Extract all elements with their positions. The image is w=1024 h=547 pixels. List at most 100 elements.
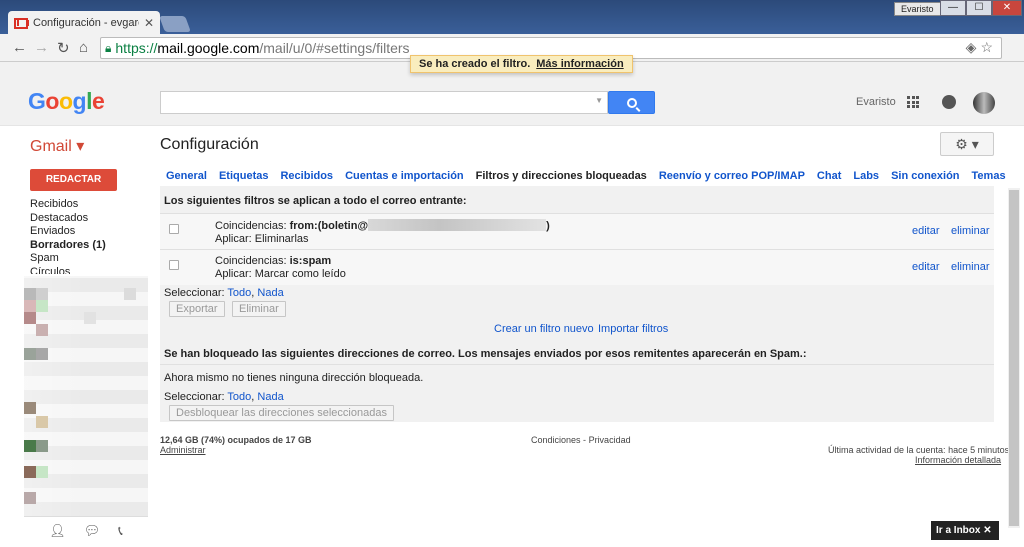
- compose-button[interactable]: REDACTAR: [30, 169, 117, 191]
- blocked-select-row: Seleccionar: Todo, Nada: [164, 391, 284, 403]
- tab-filters[interactable]: Filtros y direcciones bloqueadas: [470, 170, 653, 186]
- sidebar-item-sent[interactable]: Enviados: [30, 225, 150, 239]
- gmail-favicon-icon: [14, 17, 29, 29]
- go-to-inbox-promo[interactable]: Ir a Inbox ✕: [931, 521, 999, 540]
- forward-icon[interactable]: →: [34, 39, 49, 56]
- filter-match-value: is:spam: [289, 255, 332, 267]
- browser-titlebar: Configuración - evgarcia: ✕ Evaristo — ☐…: [0, 0, 1024, 35]
- select-label: Seleccionar:: [164, 287, 225, 299]
- user-name[interactable]: Evaristo: [856, 96, 896, 108]
- filter-checkbox[interactable]: [169, 260, 179, 270]
- filter-description: Coincidencias: is:spam Aplicar: Marcar c…: [215, 255, 346, 281]
- delete-filter-link[interactable]: eliminar: [951, 261, 990, 273]
- filter-action: Aplicar: Eliminarlas: [215, 233, 309, 245]
- reload-icon[interactable]: ↻: [57, 39, 70, 57]
- google-logo[interactable]: Google: [28, 88, 105, 115]
- close-window-button[interactable]: ✕: [992, 0, 1022, 16]
- gmail-menu[interactable]: Gmail ▾: [30, 136, 84, 156]
- select-all-link[interactable]: Todo: [227, 287, 251, 299]
- toast-text: Se ha creado el filtro.: [419, 58, 531, 70]
- sidebar-item-inbox[interactable]: Recibidos: [30, 198, 150, 212]
- maximize-button[interactable]: ☐: [966, 0, 992, 16]
- search-input[interactable]: ▼: [160, 91, 608, 114]
- back-icon[interactable]: ←: [12, 39, 27, 56]
- edit-filter-link[interactable]: editar: [912, 225, 940, 237]
- tab-inbox[interactable]: Recibidos: [274, 170, 339, 186]
- filter-description: Coincidencias: from:(boletin@) Aplicar: …: [215, 219, 550, 246]
- search-button[interactable]: [608, 91, 655, 114]
- url-host: mail.google.com: [157, 40, 260, 56]
- storage-usage: 12,64 GB (74%) ocupados de 17 GB: [160, 435, 312, 445]
- url-path: /mail/u/0/#settings/filters: [259, 40, 410, 56]
- select-all-link[interactable]: Todo: [227, 391, 251, 403]
- blocked-section-title: Se han bloqueado las siguientes direccio…: [164, 348, 807, 360]
- select-none-link[interactable]: Nada: [257, 287, 283, 299]
- manage-storage-link[interactable]: Administrar: [160, 445, 206, 455]
- tab-close-icon[interactable]: ✕: [144, 16, 154, 30]
- phone-icon[interactable]: 📞︎: [118, 523, 123, 539]
- url-scheme: https://: [115, 40, 158, 56]
- tab-accounts[interactable]: Cuentas e importación: [339, 170, 470, 186]
- browser-tab[interactable]: Configuración - evgarcia: ✕: [8, 11, 160, 35]
- create-filter-link[interactable]: Crear un filtro nuevo: [494, 323, 594, 335]
- tab-chat[interactable]: Chat: [811, 170, 847, 186]
- footer-separator: -: [583, 435, 587, 445]
- filter-match-suffix: ): [546, 220, 550, 232]
- hangouts-icon[interactable]: 💬︎: [84, 523, 101, 539]
- sidebar-item-starred[interactable]: Destacados: [30, 212, 150, 226]
- home-icon[interactable]: ⌂: [79, 39, 88, 56]
- filters-select-row: Seleccionar: Todo, Nada: [164, 287, 284, 299]
- tab-labels[interactable]: Etiquetas: [213, 170, 275, 186]
- delete-filter-link[interactable]: eliminar: [951, 225, 990, 237]
- sidebar-item-circles[interactable]: Círculos: [30, 266, 150, 274]
- filter-match-value: from:(boletin@: [289, 220, 369, 232]
- sidebar-bottom-bar: 👤︎ 💬︎ 📞︎: [24, 516, 148, 544]
- tab-themes[interactable]: Temas: [966, 170, 1012, 186]
- last-activity: Última actividad de la cuenta: hace 5 mi…: [828, 445, 1010, 455]
- blocked-empty-text: Ahora mismo no tienes ninguna dirección …: [164, 372, 424, 384]
- import-filters-link[interactable]: Importar filtros: [598, 323, 668, 335]
- sidebar-item-drafts[interactable]: Borradores (1): [30, 239, 150, 253]
- contacts-icon[interactable]: 👤︎: [49, 523, 66, 539]
- new-tab-button[interactable]: [159, 16, 191, 32]
- avatar[interactable]: [973, 92, 995, 114]
- pixelated-chat-list: [24, 276, 148, 516]
- scrollbar-thumb[interactable]: [1009, 190, 1019, 526]
- notifications-icon[interactable]: [942, 95, 956, 109]
- terms-link[interactable]: Condiciones: [531, 435, 581, 445]
- filter-row: Coincidencias: is:spam Aplicar: Marcar c…: [160, 249, 994, 285]
- bookmark-star-icon[interactable]: ☆: [980, 39, 997, 55]
- minimize-button[interactable]: —: [940, 0, 966, 16]
- filter-row: Coincidencias: from:(boletin@) Aplicar: …: [160, 213, 994, 249]
- unblock-button[interactable]: Desbloquear las direcciones seleccionada…: [169, 405, 394, 421]
- export-button[interactable]: Exportar: [169, 301, 225, 317]
- activity-details-link[interactable]: Información detallada: [915, 455, 1001, 465]
- filter-created-toast: Se ha creado el filtro. Más información: [410, 55, 633, 73]
- filter-checkbox[interactable]: [169, 224, 179, 234]
- sidebar-item-spam[interactable]: Spam: [30, 252, 150, 266]
- tab-labs[interactable]: Labs: [847, 170, 885, 186]
- tab-forwarding[interactable]: Reenvío y correo POP/IMAP: [653, 170, 811, 186]
- filter-action: Aplicar: Marcar como leído: [215, 268, 346, 280]
- edit-filter-link[interactable]: editar: [912, 261, 940, 273]
- privacy-link[interactable]: Privacidad: [589, 435, 631, 445]
- select-none-link[interactable]: Nada: [257, 391, 283, 403]
- settings-tabs: General Etiquetas Recibidos Cuentas e im…: [160, 170, 1012, 186]
- apps-grid-icon[interactable]: [907, 96, 919, 108]
- search-options-icon[interactable]: ▼: [595, 96, 603, 105]
- sidebar-nav: Recibidos Destacados Enviados Borradores…: [30, 198, 150, 274]
- redacted-email: [368, 219, 547, 231]
- extension-icon[interactable]: ◈: [966, 39, 981, 55]
- profile-badge[interactable]: Evaristo: [894, 2, 941, 16]
- tab-offline[interactable]: Sin conexión: [885, 170, 965, 186]
- footer-links: Condiciones - Privacidad: [531, 435, 631, 445]
- page-title: Configuración: [160, 136, 259, 153]
- filters-panel: Los siguientes filtros se aplican a todo…: [160, 186, 994, 422]
- delete-button[interactable]: Eliminar: [232, 301, 286, 317]
- lock-icon: 🔒︎: [105, 40, 112, 55]
- select-label: Seleccionar:: [164, 391, 225, 403]
- settings-gear-button[interactable]: ⚙ ▾: [940, 132, 994, 156]
- tab-general[interactable]: General: [160, 170, 213, 186]
- toast-more-info-link[interactable]: Más información: [536, 58, 623, 70]
- filter-match-label: Coincidencias:: [215, 220, 287, 232]
